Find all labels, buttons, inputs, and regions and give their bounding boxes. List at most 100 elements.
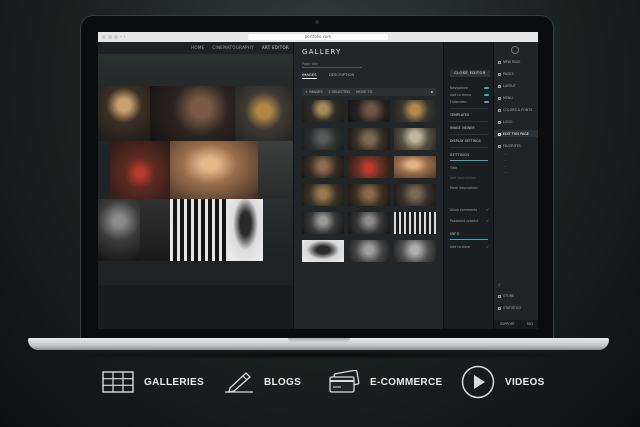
editor-menu: NEW PAGE PAGES LAYOUT MENU COLORS & FONT…: [493, 42, 538, 329]
menu-subitem[interactable]: —: [504, 170, 507, 174]
thumb[interactable]: [394, 128, 436, 150]
palette-icon: [498, 108, 501, 112]
tab-description[interactable]: DESCRIPTION: [329, 72, 355, 79]
thumb[interactable]: [302, 240, 344, 262]
menu-item-menu[interactable]: MENU: [498, 96, 513, 100]
photo-tile[interactable]: [98, 141, 110, 199]
thumb[interactable]: [394, 100, 436, 122]
photo-tile[interactable]: [98, 199, 140, 261]
feature-label: VIDEOS: [505, 376, 545, 388]
menu-subitem[interactable]: —: [504, 164, 507, 168]
logo-icon: [511, 46, 519, 54]
gallery-panel: GALLERY Page title IMAGES DESCRIPTION + …: [293, 42, 444, 329]
pages-icon: [498, 72, 501, 76]
menu-item-statistics[interactable]: STATISTICS: [498, 306, 521, 310]
menu-subitem[interactable]: —: [504, 152, 507, 156]
divider: [450, 134, 488, 135]
check-icon[interactable]: ✓: [486, 207, 489, 212]
menu-footer: SUPPORT FAQ: [494, 320, 538, 329]
setting-password-protect: Password protect: [450, 219, 479, 223]
photo-tile[interactable]: [170, 141, 258, 199]
menu-item-colors-fonts[interactable]: COLORS & FONTS: [498, 108, 532, 112]
trash-icon[interactable]: ▪: [431, 90, 433, 94]
link-display-settings[interactable]: DISPLAY SETTINGS: [450, 139, 481, 143]
url-field[interactable]: portfolio.com: [248, 34, 388, 40]
feature-galleries[interactable]: GALLERIES: [102, 365, 204, 399]
setting-navigation: Navigation: [450, 86, 468, 90]
laptop-base: [28, 338, 609, 350]
feature-ecommerce[interactable]: E-COMMERCE: [328, 365, 442, 399]
faq-link[interactable]: FAQ: [527, 320, 533, 329]
menu-item-pages[interactable]: PAGES: [498, 72, 514, 76]
thumb[interactable]: [302, 184, 344, 206]
thumb[interactable]: [302, 128, 344, 150]
thumb[interactable]: [348, 100, 390, 122]
thumb[interactable]: [394, 212, 436, 234]
thumb[interactable]: [302, 100, 344, 122]
photo-tile[interactable]: [170, 199, 228, 261]
feature-videos[interactable]: VIDEOS: [461, 365, 545, 399]
site-nav-cinematography[interactable]: CINEMATOGRAPHY: [212, 42, 253, 54]
toggle-fullscreen[interactable]: [484, 101, 489, 103]
thumb[interactable]: [348, 128, 390, 150]
photo-tile[interactable]: [150, 86, 235, 141]
thumb[interactable]: [302, 212, 344, 234]
feature-blogs[interactable]: BLOGS: [224, 365, 301, 399]
menu-subitem[interactable]: —: [504, 158, 507, 162]
selected-count[interactable]: 1 SELECTED: [329, 90, 350, 94]
page-title-input[interactable]: Page title: [302, 61, 362, 68]
thumb[interactable]: [394, 184, 436, 206]
menu-item-label: STORE: [503, 294, 515, 298]
back-forward-icon[interactable]: ‹ ›: [120, 34, 126, 40]
link-image-viewer[interactable]: IMAGE VIEWER: [450, 126, 475, 130]
toggle-add-to-menu[interactable]: [484, 94, 489, 96]
photo-tile[interactable]: [228, 199, 263, 261]
photo-tile[interactable]: [235, 86, 293, 141]
check-icon[interactable]: ✓: [486, 244, 489, 249]
site-hero: [98, 54, 293, 86]
toggle-navigation[interactable]: [484, 87, 489, 89]
section-underline: [450, 239, 488, 240]
tab-images[interactable]: IMAGES: [302, 72, 317, 79]
laptop-notch: [288, 338, 350, 342]
thumb[interactable]: [348, 240, 390, 262]
photo-tile[interactable]: [110, 141, 170, 199]
field-more-description[interactable]: More description: [450, 186, 478, 190]
layout-icon: [498, 84, 501, 88]
store-icon: [498, 294, 501, 298]
photo-tile[interactable]: [140, 199, 170, 261]
support-link[interactable]: SUPPORT: [500, 320, 515, 329]
section-info: INFO: [450, 232, 460, 236]
check-icon[interactable]: ✓: [486, 218, 489, 223]
menu-item-store[interactable]: STORE: [498, 294, 514, 298]
menu-item-layout[interactable]: LAYOUT: [498, 84, 516, 88]
field-add-description[interactable]: Add description: [450, 176, 476, 180]
window-controls[interactable]: [102, 35, 118, 39]
photo-tile[interactable]: [98, 86, 150, 141]
thumb[interactable]: [302, 156, 344, 178]
thumb[interactable]: [394, 240, 436, 262]
setting-add-to-menu: Add to menu: [450, 93, 472, 97]
link-templates[interactable]: TEMPLATES: [450, 113, 469, 117]
thumb[interactable]: [394, 156, 436, 178]
photo-tile[interactable]: [263, 199, 293, 261]
site-nav-home[interactable]: HOME: [191, 42, 204, 54]
statistics-icon: [498, 306, 501, 310]
thumb[interactable]: [348, 184, 390, 206]
star-icon: [498, 144, 501, 148]
field-title[interactable]: Title: [450, 166, 457, 170]
add-images-button[interactable]: + IMAGES: [305, 90, 323, 94]
feature-row: GALLERIES BLOGS E-COMMERCE VIDEOS: [0, 365, 640, 405]
menu-item-favorites[interactable]: FAVORITES: [498, 144, 521, 148]
thumb[interactable]: [348, 212, 390, 234]
move-to-button[interactable]: MOVE TO: [356, 90, 372, 94]
site-nav-art-editor[interactable]: ART EDITOR: [262, 42, 289, 54]
feature-label: E-COMMERCE: [370, 376, 443, 388]
menu-item-new-page[interactable]: NEW PAGE: [498, 60, 520, 64]
search-icon[interactable]: ⌕: [498, 282, 501, 288]
menu-item-edit-this-page[interactable]: EDIT THIS PAGE: [498, 132, 529, 136]
photo-tile[interactable]: [258, 141, 293, 199]
close-editor-button[interactable]: CLOSE EDITOR: [450, 70, 490, 77]
thumb[interactable]: [348, 156, 390, 178]
menu-item-logo[interactable]: LOGO: [498, 120, 512, 124]
